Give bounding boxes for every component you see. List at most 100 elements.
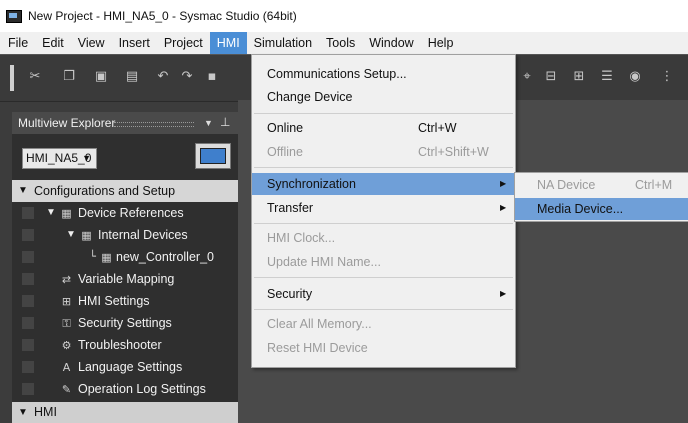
tree-checkbox[interactable] — [22, 273, 34, 285]
menu-item-label: Reset HMI Device — [267, 341, 368, 355]
menu-item-communications-setup[interactable]: Communications Setup... — [252, 63, 515, 85]
compare-icon[interactable]: ⊟ — [544, 70, 558, 84]
collapse-icon[interactable]: ▼ — [46, 202, 56, 224]
list-icon[interactable]: ☰ — [600, 70, 614, 84]
menu-tools[interactable]: Tools — [319, 32, 362, 54]
tree-checkbox[interactable] — [22, 229, 34, 241]
security-icon: ⚿ — [62, 317, 71, 330]
device-row: HMI_NA5_0 ▼ — [12, 134, 238, 180]
tree-checkbox[interactable] — [22, 339, 34, 351]
menu-item-shortcut: Ctrl+W — [418, 121, 457, 135]
menu-separator — [254, 309, 513, 310]
tree-item-troubleshooter[interactable]: ⚙ Troubleshooter — [12, 334, 238, 356]
submenu-arrow-icon: ▶ — [500, 289, 507, 298]
pin-icon[interactable]: ⊥ — [220, 111, 230, 133]
copy-icon[interactable]: ❐ — [62, 70, 76, 84]
tree-checkbox[interactable] — [22, 295, 34, 307]
folder-icon: ▦ — [61, 207, 72, 220]
menu-item-label: NA Device — [537, 178, 596, 192]
menu-simulation[interactable]: Simulation — [247, 32, 319, 54]
collapse-icon[interactable]: ▼ — [18, 402, 28, 423]
tree-checkbox[interactable] — [22, 317, 34, 329]
menu-item-security[interactable]: Security ▶ — [252, 283, 515, 305]
build-icon[interactable]: ▪ — [205, 70, 219, 84]
tree-label: Language Settings — [78, 360, 183, 374]
tree-checkbox[interactable] — [22, 383, 34, 395]
menu-hmi[interactable]: HMI — [209, 32, 247, 54]
menu-item-hmi-clock: HMI Clock... — [252, 227, 515, 249]
menu-item-transfer[interactable]: Transfer ▶ — [252, 197, 515, 219]
tree-item-new-controller[interactable]: └ ▦ new_Controller_0 — [12, 246, 238, 268]
menu-insert[interactable]: Insert — [112, 32, 157, 54]
tree-checkbox[interactable] — [22, 207, 34, 219]
explorer-title: Multiview Explorer — [18, 116, 116, 130]
tree-item-operation-log-settings[interactable]: ✎ Operation Log Settings — [12, 378, 238, 400]
menu-help[interactable]: Help — [421, 32, 461, 54]
menu-item-shortcut: Ctrl+M — [635, 178, 673, 192]
tree-item-internal-devices[interactable]: ▼ ▦ Internal Devices — [12, 224, 238, 246]
tree-item-hmi-settings[interactable]: ⊞ HMI Settings — [12, 290, 238, 312]
menu-separator — [254, 167, 513, 168]
delete-icon[interactable]: ▤ — [125, 70, 139, 84]
toolbar-grip[interactable] — [10, 65, 14, 91]
title-bar: New Project - HMI_NA5_0 - Sysmac Studio … — [0, 0, 688, 32]
undo-icon[interactable]: ↶ — [156, 70, 170, 84]
menu-file[interactable]: File — [1, 32, 35, 54]
menu-item-label: Media Device... — [537, 202, 624, 216]
menu-item-label: Security — [267, 287, 313, 301]
tree-label: HMI — [34, 405, 57, 419]
settings-icon: ⊞ — [61, 295, 72, 308]
tree-item-device-references[interactable]: ▼ ▦ Device References — [12, 202, 238, 224]
device-view-button[interactable] — [195, 143, 231, 169]
menu-item-update-hmi-name: Update HMI Name... — [252, 251, 515, 273]
tree-item-security-settings[interactable]: ⚿ Security Settings — [12, 312, 238, 334]
paste-icon[interactable]: ▣ — [94, 70, 108, 84]
find-icon[interactable]: ⌖ — [520, 70, 534, 84]
menu-item-label: Clear All Memory... — [267, 317, 372, 331]
cut-icon[interactable]: ✂ — [28, 70, 42, 84]
menu-item-clear-all-memory: Clear All Memory... — [252, 313, 515, 335]
submenu-arrow-icon: ▶ — [500, 179, 507, 188]
device-select[interactable]: HMI_NA5_0 ▼ — [22, 148, 97, 169]
collapse-icon[interactable]: ▼ — [18, 180, 28, 202]
menu-item-label: Transfer — [267, 201, 314, 215]
tree-item-variable-mapping[interactable]: ⇄ Variable Mapping — [12, 268, 238, 290]
tree-checkbox[interactable] — [22, 251, 34, 263]
menu-edit[interactable]: Edit — [35, 32, 71, 54]
menu-item-label: HMI Clock... — [267, 231, 336, 245]
menu-item-change-device[interactable]: Change Device — [252, 86, 515, 108]
menu-separator — [254, 223, 513, 224]
redo-icon[interactable]: ↷ — [180, 70, 194, 84]
menu-item-label: Synchronization — [267, 177, 356, 191]
menu-item-label: Offline — [267, 145, 303, 159]
folder-icon: ▦ — [81, 229, 92, 242]
tree-checkbox[interactable] — [22, 361, 34, 373]
explorer-header: Multiview Explorer ▼ ⊥ — [12, 112, 238, 134]
submenu-item-media-device[interactable]: Media Device... — [515, 198, 688, 220]
chevron-down-icon[interactable]: ▼ — [204, 112, 213, 134]
collapse-icon[interactable]: ▼ — [66, 224, 76, 246]
transfer-icon[interactable]: ⊞ — [572, 70, 586, 84]
tree-label: Operation Log Settings — [78, 382, 206, 396]
tree-category-configurations[interactable]: ▼ Configurations and Setup — [12, 180, 238, 202]
window-title: New Project - HMI_NA5_0 - Sysmac Studio … — [28, 9, 297, 23]
language-icon: A — [62, 361, 71, 374]
watch-icon[interactable]: ◉ — [628, 70, 642, 84]
submenu-arrow-icon: ▶ — [500, 203, 507, 212]
menu-project[interactable]: Project — [157, 32, 210, 54]
tree-item-language-settings[interactable]: A Language Settings — [12, 356, 238, 378]
mapping-icon: ⇄ — [61, 273, 72, 286]
menu-item-synchronization[interactable]: Synchronization ▶ — [252, 173, 515, 195]
menu-window[interactable]: Window — [362, 32, 420, 54]
multiview-explorer: Multiview Explorer ▼ ⊥ HMI_NA5_0 ▼ ▼ Con… — [12, 112, 238, 423]
menu-item-online[interactable]: Online Ctrl+W — [252, 117, 515, 139]
tree-label: Configurations and Setup — [34, 184, 176, 198]
more-icon[interactable]: ⋮ — [660, 70, 674, 84]
app-icon — [6, 9, 22, 23]
tree-category-hmi[interactable]: ▼ HMI — [12, 402, 238, 423]
menu-view[interactable]: View — [71, 32, 112, 54]
tree-label: Troubleshooter — [78, 338, 162, 352]
controller-icon: ▦ — [101, 251, 112, 264]
menu-item-label: Update HMI Name... — [267, 255, 381, 269]
menu-item-reset-hmi-device: Reset HMI Device — [252, 337, 515, 359]
